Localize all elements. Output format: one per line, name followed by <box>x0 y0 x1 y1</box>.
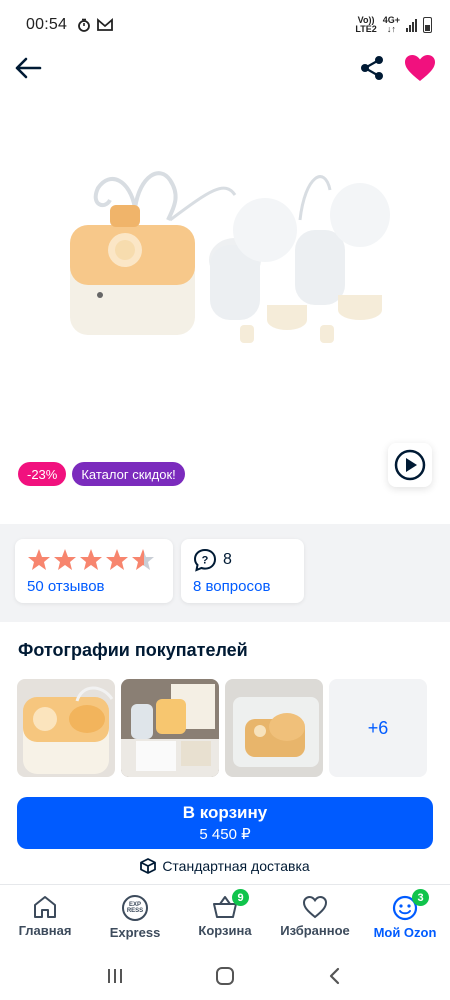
profile-notification-badge: 3 <box>412 889 429 906</box>
product-badges: -23% Каталог скидок! <box>18 462 185 486</box>
customer-photo[interactable] <box>17 679 115 777</box>
system-back-button[interactable] <box>315 956 355 996</box>
question-bubble-icon: ? <box>193 548 217 572</box>
back-button[interactable] <box>10 50 46 86</box>
play-icon <box>394 449 426 481</box>
share-icon <box>361 56 383 80</box>
product-image[interactable] <box>50 150 400 375</box>
status-notification-icons <box>77 18 113 32</box>
nav-label: Избранное <box>280 923 350 938</box>
rating-stars <box>27 548 161 572</box>
bottom-nav: Главная EXP RESS Express 9 Корзина Избра… <box>0 884 450 948</box>
discount-badge: -23% <box>18 462 67 486</box>
svg-text:?: ? <box>202 555 209 567</box>
battery-icon <box>423 17 432 33</box>
favorite-button[interactable] <box>400 50 440 86</box>
customer-photos-title: Фотографии покупателей <box>18 640 248 660</box>
customer-photos-row: +6 <box>17 679 427 777</box>
status-time: 00:54 <box>26 16 68 33</box>
system-nav-bar <box>0 952 450 1000</box>
rating-section: 50 отзывов ? 8 8 вопросов <box>0 524 450 622</box>
star-icon <box>106 549 128 570</box>
nav-express[interactable]: EXP RESS Express <box>90 885 180 948</box>
video-play-button[interactable] <box>388 443 432 487</box>
add-to-cart-label: В корзину <box>182 803 268 822</box>
add-to-cart-button[interactable]: В корзину 5 450 ₽ <box>17 797 433 849</box>
nav-label: Корзина <box>198 923 252 938</box>
questions-link[interactable]: 8 вопросов <box>193 578 292 595</box>
nav-my-ozon[interactable]: 3 Мой Ozon <box>360 885 450 948</box>
questions-card[interactable]: ? 8 8 вопросов <box>181 539 304 603</box>
signal-icon <box>406 18 417 32</box>
home-icon <box>34 896 56 918</box>
star-icon <box>28 549 50 570</box>
star-half-icon <box>132 549 154 570</box>
box-icon <box>140 858 157 874</box>
reviews-link[interactable]: 50 отзывов <box>27 578 161 595</box>
star-icon <box>80 549 102 570</box>
more-photos-label: +6 <box>367 717 389 738</box>
star-icon <box>54 549 76 570</box>
more-photos-button[interactable]: +6 <box>329 679 427 777</box>
nav-label: Express <box>109 925 161 940</box>
chevron-left-icon <box>329 967 340 985</box>
status-right-icons: Vo)) LTE2 4G+ ↓↑ <box>355 16 432 34</box>
cart-count-badge: 9 <box>232 889 249 906</box>
arrow-left-icon <box>15 57 42 79</box>
timer-icon <box>78 18 90 32</box>
top-bar <box>0 44 450 92</box>
delivery-label: Стандартная доставка <box>162 858 310 874</box>
price: 5 450 ₽ <box>199 826 251 843</box>
mail-icon <box>97 18 113 31</box>
express-icon: EXP RESS <box>122 895 148 921</box>
nav-cart[interactable]: 9 Корзина <box>180 885 270 948</box>
reviews-card[interactable]: 50 отзывов <box>15 539 173 603</box>
questions-count: 8 <box>223 551 232 568</box>
catalog-badge[interactable]: Каталог скидок! <box>72 462 185 486</box>
recent-apps-icon <box>108 969 122 983</box>
delivery-info: Стандартная доставка <box>0 858 450 874</box>
network-indicator: Vo)) LTE2 <box>355 15 377 34</box>
heart-outline-icon <box>302 895 328 919</box>
nav-favorites[interactable]: Избранное <box>270 885 360 948</box>
home-square-icon <box>216 967 234 985</box>
customer-photo[interactable] <box>225 679 323 777</box>
share-button[interactable] <box>354 50 390 86</box>
customer-photo[interactable] <box>121 679 219 777</box>
home-system-button[interactable] <box>205 956 245 996</box>
nav-label: Главная <box>18 923 72 938</box>
nav-label: Мой Ozon <box>373 925 437 940</box>
nav-home[interactable]: Главная <box>0 885 90 948</box>
network-type: 4G+ ↓↑ <box>382 15 400 34</box>
recent-apps-button[interactable] <box>95 956 135 996</box>
heart-icon <box>405 55 435 81</box>
status-bar: 00:54 Vo)) LTE2 4G+ ↓↑ <box>0 0 450 50</box>
